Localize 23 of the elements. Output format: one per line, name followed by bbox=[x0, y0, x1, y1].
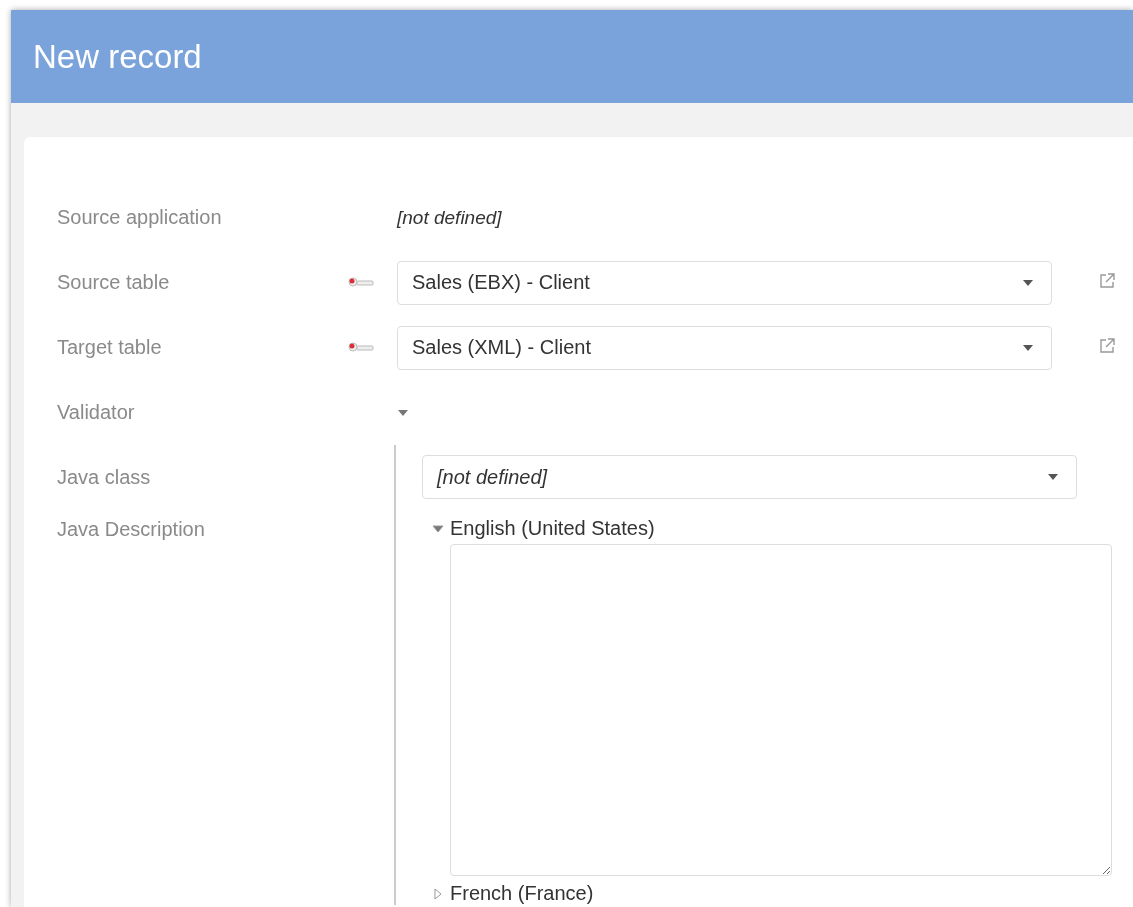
field-label: Source table bbox=[57, 271, 171, 294]
caret-icon bbox=[1023, 279, 1033, 286]
collapse-icon bbox=[432, 522, 444, 535]
language-toggle[interactable]: French (France) bbox=[432, 882, 594, 905]
field-label: Source application bbox=[57, 206, 223, 229]
field-label: Validator bbox=[57, 401, 136, 424]
external-link-icon[interactable] bbox=[1098, 336, 1116, 355]
dropdown-value: [not defined] bbox=[437, 465, 548, 489]
field-value: [not defined] bbox=[397, 206, 502, 229]
window-title: New record bbox=[33, 37, 202, 76]
dropdown-field[interactable]: Sales (XML) - Client bbox=[397, 325, 1052, 370]
caret-icon bbox=[1048, 474, 1058, 480]
expand-icon bbox=[432, 887, 444, 900]
dropdown-field[interactable]: Sales (EBX) - Client bbox=[397, 260, 1052, 305]
language-toggle[interactable]: English (United States) bbox=[432, 517, 655, 540]
field-label: Target table bbox=[57, 336, 163, 359]
caret-icon bbox=[1023, 344, 1033, 351]
external-link-icon[interactable] bbox=[1098, 271, 1116, 290]
dropdown-value: Sales (XML) - Client bbox=[412, 336, 591, 359]
dropdown-value: Sales (EBX) - Client bbox=[412, 271, 590, 294]
dropdown-field[interactable]: [not defined] bbox=[422, 455, 1077, 499]
field-label: Java class bbox=[57, 465, 151, 489]
field-label: Java Description bbox=[57, 517, 205, 541]
